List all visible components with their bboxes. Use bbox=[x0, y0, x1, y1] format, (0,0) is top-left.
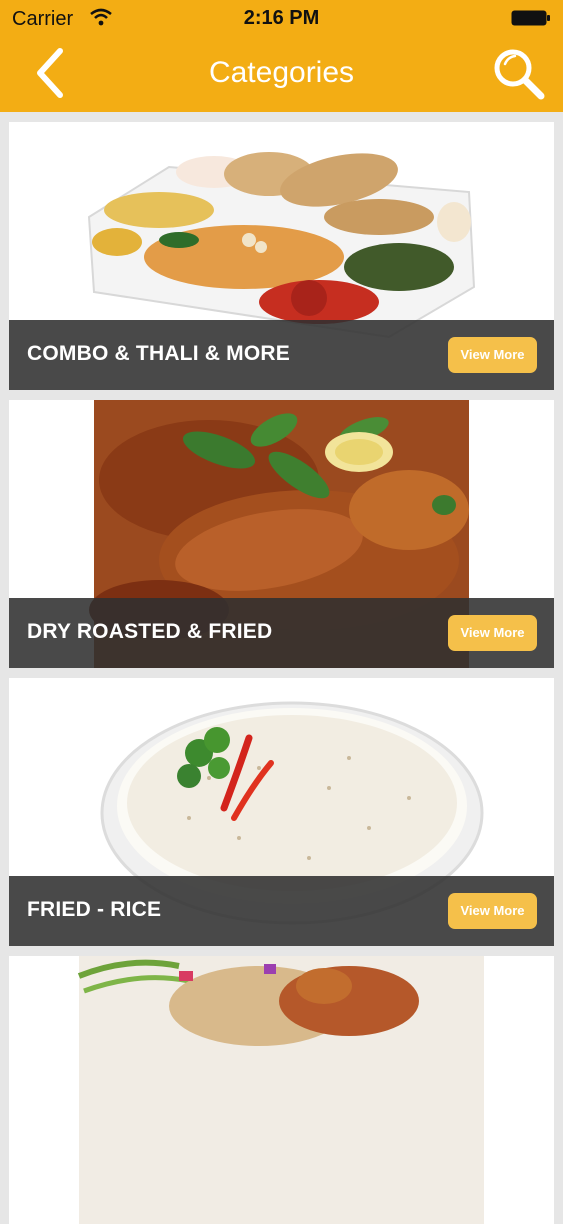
clock: 2:16 PM bbox=[243, 7, 320, 29]
category-title: DRY ROASTED & FRIED bbox=[27, 620, 273, 643]
category-title: COMBO & THALI & MORE bbox=[27, 342, 290, 365]
category-overlay: FRIED - RICE View More bbox=[9, 876, 554, 946]
battery-icon bbox=[511, 10, 550, 26]
category-card[interactable]: DRY ROASTED & FRIED View More bbox=[9, 400, 554, 668]
category-card[interactable]: FRIED - RICE View More bbox=[9, 678, 554, 946]
search-icon[interactable] bbox=[489, 44, 549, 102]
page-title: Categories bbox=[208, 56, 355, 89]
view-more-button[interactable]: View More bbox=[448, 615, 537, 651]
view-more-button[interactable]: View More bbox=[448, 337, 537, 373]
category-overlay: DRY ROASTED & FRIED View More bbox=[9, 598, 554, 668]
view-more-button[interactable]: View More bbox=[448, 893, 537, 929]
curry-dish-image bbox=[9, 956, 554, 1224]
status-bar: Carrier 2:16 PM bbox=[0, 0, 563, 38]
category-title: FRIED - RICE bbox=[27, 898, 162, 921]
category-card[interactable]: COMBO & THALI & MORE View More bbox=[9, 122, 554, 390]
nav-bar: Categories bbox=[0, 38, 563, 112]
category-card[interactable] bbox=[9, 956, 554, 1224]
top-bar: Carrier 2:16 PM Categories bbox=[0, 0, 563, 112]
category-overlay: COMBO & THALI & MORE View More bbox=[9, 320, 554, 390]
